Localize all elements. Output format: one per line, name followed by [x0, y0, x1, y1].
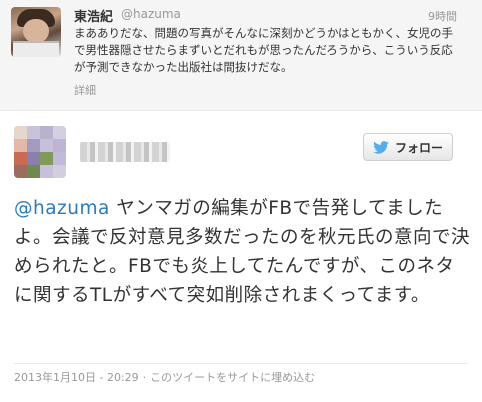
embed-tweet-link[interactable]: このツイートをサイトに埋め込む [150, 369, 315, 385]
avatar-pixel [40, 139, 53, 152]
avatar-pixel [14, 152, 27, 165]
meta-separator: · [142, 370, 147, 384]
tweet-timestamp[interactable]: 2013年1月10日 - 20:29 [14, 369, 139, 385]
follow-button[interactable]: フォロー [363, 133, 453, 161]
parent-author-handle[interactable]: @hazuma [121, 7, 181, 21]
avatar-pixel [53, 152, 66, 165]
follow-button-label: フォロー [394, 140, 443, 155]
avatar-pixel [40, 126, 53, 139]
main-avatar[interactable] [14, 126, 66, 178]
parent-author-name[interactable]: 東浩紀 [74, 6, 113, 25]
avatar-pixel [53, 139, 66, 152]
parent-tweet-text: まあありだな、問題の写真がそんなに深刻かどうかはともかく、女児の手で男性器隠させ… [74, 26, 454, 74]
avatar-pixel [27, 152, 40, 165]
avatar-pixel [14, 126, 27, 139]
avatar-pixel [40, 152, 53, 165]
details-link[interactable]: 詳細 [74, 82, 96, 98]
parent-avatar[interactable] [11, 7, 61, 57]
blurred-username[interactable] [80, 142, 170, 162]
avatar-pixel [27, 139, 40, 152]
avatar-pixel [53, 165, 66, 178]
avatar-pixel [53, 126, 66, 139]
twitter-bird-icon [373, 140, 389, 154]
avatar-pixel [27, 126, 40, 139]
avatar-pixel [27, 165, 40, 178]
tweet-meta: 2013年1月10日 - 20:29 · このツイートをサイトに埋め込む [14, 369, 315, 385]
parent-tweet: 東浩紀 @hazuma 9時間 まあありだな、問題の写真がそんなに深刻かどうかは… [0, 0, 482, 111]
main-tweet-text: @hazuma ヤンマガの編集がFBで告発してましたよ。会議で反対意見多数だった… [14, 194, 472, 310]
avatar-pixel [14, 139, 27, 152]
avatar-pixel [40, 165, 53, 178]
divider [14, 363, 468, 364]
parent-tweet-time[interactable]: 9時間 [428, 8, 457, 24]
mention-link[interactable]: @hazuma [14, 198, 110, 219]
avatar-pixel [14, 165, 27, 178]
